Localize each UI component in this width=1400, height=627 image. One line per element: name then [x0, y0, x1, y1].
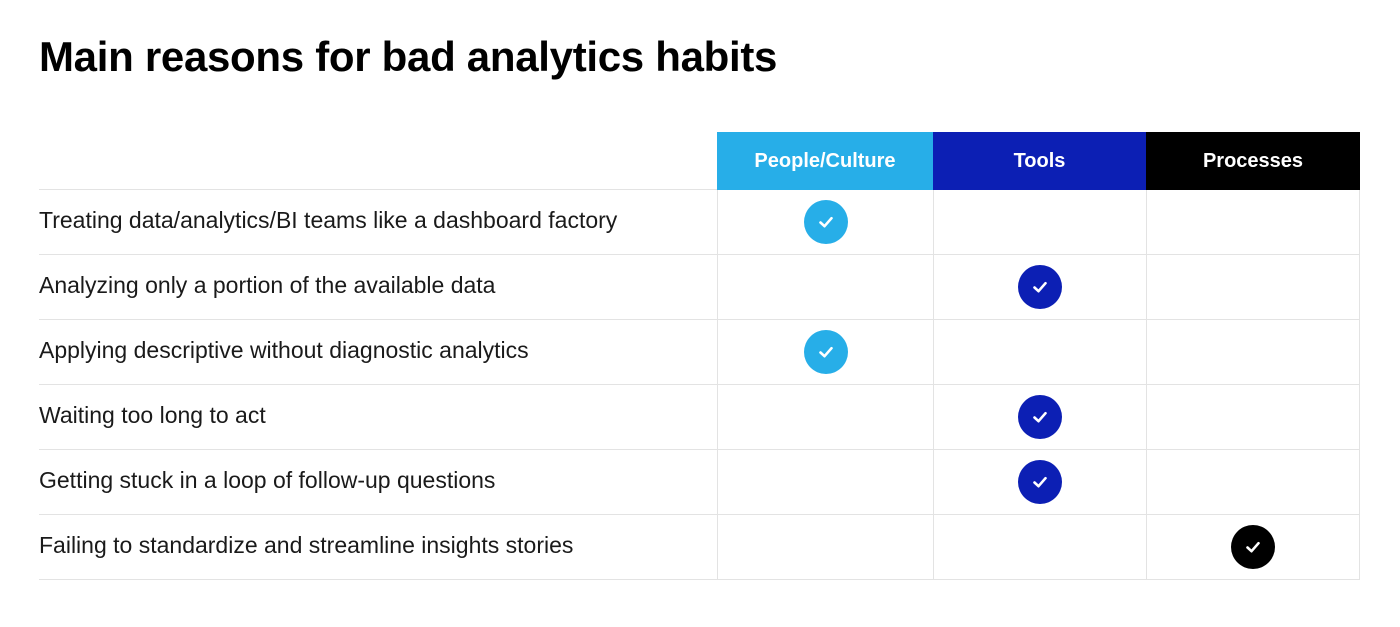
- check-circle-icon: [1018, 460, 1062, 504]
- table-cell: [933, 190, 1146, 254]
- column-header-people-culture: People/Culture: [717, 132, 933, 190]
- table-row: Treating data/analytics/BI teams like a …: [39, 190, 1360, 255]
- table-cell: [1146, 385, 1360, 449]
- table-row: Waiting too long to act: [39, 385, 1360, 450]
- table-header: People/Culture Tools Processes: [39, 132, 1360, 190]
- table-header-spacer: [39, 132, 717, 190]
- check-circle-icon: [1231, 525, 1275, 569]
- table-cell: [1146, 450, 1360, 514]
- table-cell: [1146, 255, 1360, 319]
- table-cell: [717, 385, 933, 449]
- row-label: Failing to standardize and streamline in…: [39, 531, 574, 558]
- table-cell: [933, 320, 1146, 384]
- table-cell: [1146, 515, 1360, 579]
- table-body: Treating data/analytics/BI teams like a …: [39, 190, 1360, 580]
- table-cell: [717, 320, 933, 384]
- check-circle-icon: [1018, 395, 1062, 439]
- table-cell: [933, 515, 1146, 579]
- table-cell: [933, 255, 1146, 319]
- table-cell: [933, 385, 1146, 449]
- check-circle-icon: [803, 330, 848, 374]
- row-label: Applying descriptive without diagnostic …: [39, 336, 529, 363]
- row-label: Getting stuck in a loop of follow-up que…: [39, 466, 496, 493]
- column-header-tools: Tools: [933, 132, 1146, 190]
- table-row: Analyzing only a portion of the availabl…: [39, 255, 1360, 320]
- row-label: Analyzing only a portion of the availabl…: [39, 271, 496, 298]
- check-circle-icon: [803, 200, 848, 244]
- table-cell: [717, 515, 933, 579]
- page-title: Main reasons for bad analytics habits: [39, 33, 778, 80]
- column-header-processes: Processes: [1146, 132, 1360, 190]
- table-cell: [717, 255, 933, 319]
- table-cell: [933, 450, 1146, 514]
- table-cell: [1146, 190, 1360, 254]
- table-row: Applying descriptive without diagnostic …: [39, 320, 1360, 385]
- reasons-table: People/Culture Tools Processes Treating …: [39, 132, 1360, 580]
- table-cell: [717, 450, 933, 514]
- row-label: Treating data/analytics/BI teams like a …: [39, 206, 618, 233]
- check-circle-icon: [1018, 265, 1062, 309]
- table-cell: [1146, 320, 1360, 384]
- table-row: Failing to standardize and streamline in…: [39, 515, 1360, 580]
- table-cell: [717, 190, 933, 254]
- table-row: Getting stuck in a loop of follow-up que…: [39, 450, 1360, 515]
- row-label: Waiting too long to act: [39, 401, 266, 428]
